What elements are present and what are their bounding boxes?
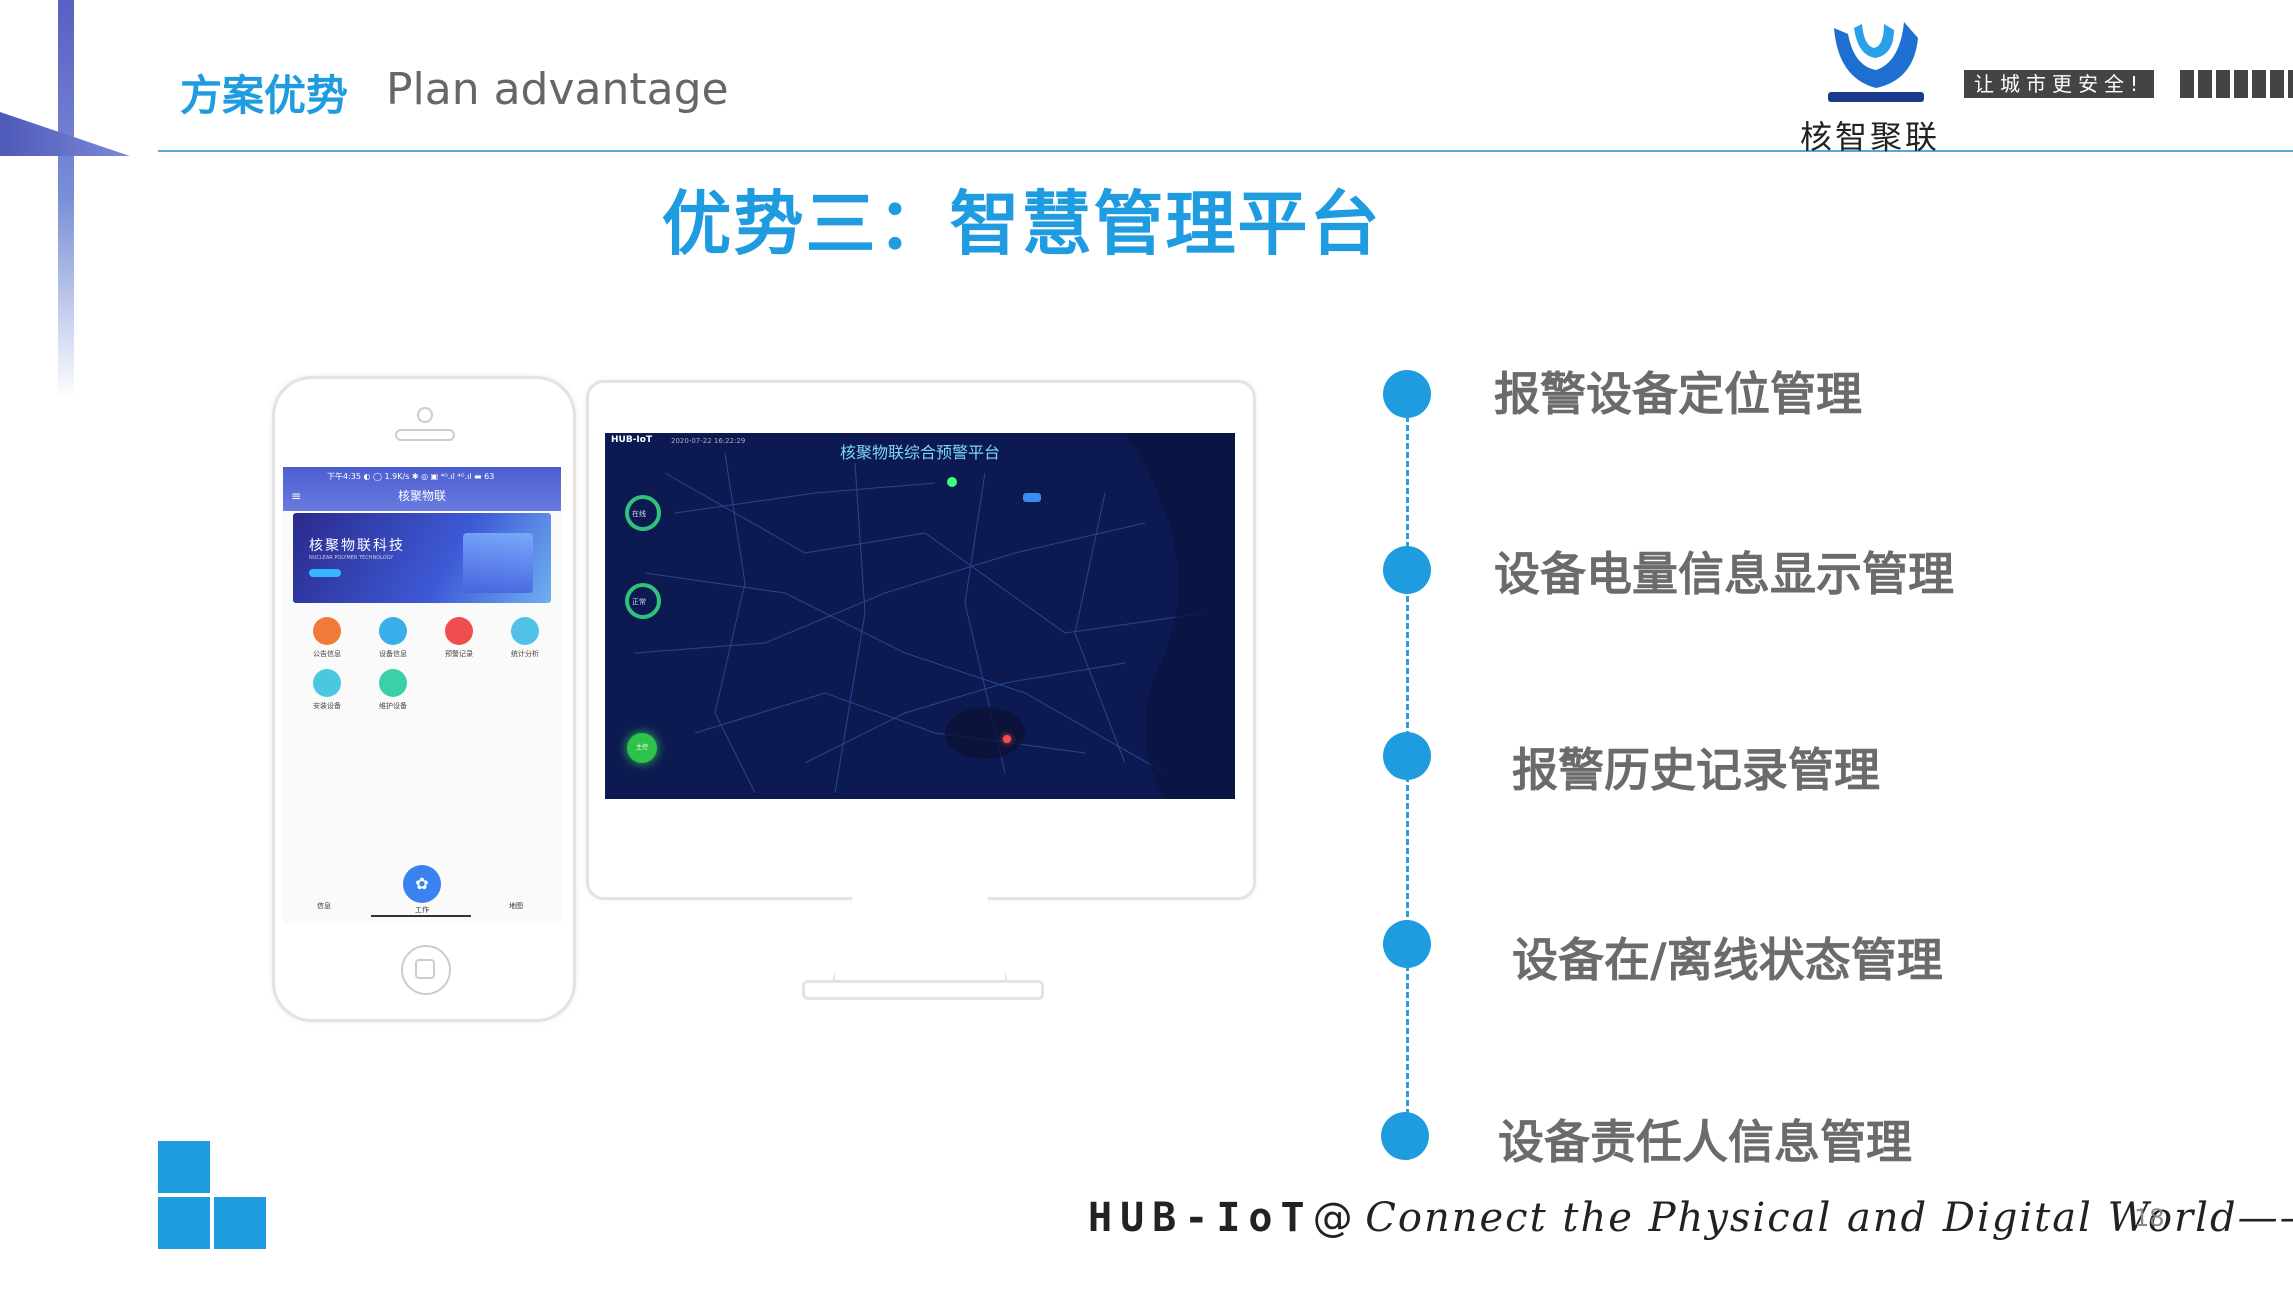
tab-map[interactable]: 地图 xyxy=(509,901,523,911)
timeline-dot xyxy=(1383,732,1431,780)
tab-work[interactable]: 工作 xyxy=(415,905,429,915)
alarm-marker-icon[interactable] xyxy=(1003,735,1011,743)
timeline-dot xyxy=(1381,1112,1429,1160)
feature-item: 设备电量信息显示管理 xyxy=(1494,547,1954,601)
timeline-dot xyxy=(1383,546,1431,594)
icon-label-install: 安装设备 xyxy=(313,702,341,710)
feature-item: 报警设备定位管理 xyxy=(1494,367,1862,421)
feature-item: 设备在/离线状态管理 xyxy=(1512,933,1943,987)
section-title-en: Plan advantage xyxy=(386,64,729,115)
phone-status-bar: 下午4:35 ◐ ◯ 1.9K/s ✱ ◎ ▣ ⁴ᴳ.ıl ⁴ᴳ.ıl ▬ 63 xyxy=(327,472,495,481)
timeline-dot xyxy=(1383,370,1431,418)
banner-title: 核聚物联科技 xyxy=(309,538,405,554)
icon-label-maintain: 维护设备 xyxy=(379,702,407,710)
device-info-icon[interactable] xyxy=(379,617,407,645)
monitor-screen: HUB-IoT 2020-07-22 16:22:29 核聚物联综合预警平台 在… xyxy=(605,433,1235,799)
page-title-text: 优势三：智慧管理平台 xyxy=(661,183,1382,265)
icon-label-stats: 统计分析 xyxy=(511,650,539,658)
footer-tagline: HUB-IoT@ Connect the Physical and Digita… xyxy=(1088,1195,2293,1241)
maintain-device-icon[interactable] xyxy=(379,669,407,697)
statistics-icon[interactable] xyxy=(511,617,539,645)
ring-label-online: 在线 xyxy=(632,510,646,518)
banner-subtitle: NUCLEAR POLYMER TECHNOLOGY xyxy=(309,555,394,561)
alarm-record-icon[interactable] xyxy=(445,617,473,645)
phone-screen: 下午4:35 ◐ ◯ 1.9K/s ✱ ◎ ▣ ⁴ᴳ.ıl ⁴ᴳ.ıl ▬ 63… xyxy=(283,467,561,923)
footer-at: @ xyxy=(1312,1195,1353,1241)
monitor-base xyxy=(802,980,1044,1000)
tab-info[interactable]: 信息 xyxy=(317,901,331,911)
location-pin-icon[interactable] xyxy=(947,477,957,487)
banner-button[interactable] xyxy=(309,569,341,577)
work-tab-icon[interactable]: ✿ xyxy=(403,865,441,903)
decor-square xyxy=(158,1141,210,1193)
phone-mockup: 下午4:35 ◐ ◯ 1.9K/s ✱ ◎ ▣ ⁴ᴳ.ıl ⁴ᴳ.ıl ▬ 63… xyxy=(272,376,576,1022)
notice-icon[interactable] xyxy=(313,617,341,645)
icon-label-alarm: 预警记录 xyxy=(445,650,473,658)
map-tag[interactable] xyxy=(1023,493,1041,502)
timeline-dot xyxy=(1383,920,1431,968)
icon-label-device: 设备信息 xyxy=(379,650,407,658)
control-marker[interactable]: 主控 xyxy=(627,733,657,763)
ring-label-normal: 正常 xyxy=(632,598,646,606)
tab-indicator xyxy=(371,915,471,917)
page-title: 优势三：智慧管理平台 xyxy=(0,168,2293,269)
monitor-mockup: HUB-IoT 2020-07-22 16:22:29 核聚物联综合预警平台 在… xyxy=(586,380,1256,900)
phone-camera xyxy=(417,407,433,423)
app-banner[interactable]: 核聚物联科技 NUCLEAR POLYMER TECHNOLOGY xyxy=(293,513,551,603)
footer-brand: HUB-IoT xyxy=(1088,1195,1313,1241)
header-divider xyxy=(158,150,2293,152)
decor-square xyxy=(158,1197,210,1249)
map-roads-icon xyxy=(634,433,1235,799)
phone-speaker xyxy=(395,429,455,441)
slogan-stripes xyxy=(2180,70,2293,98)
decor-square xyxy=(214,1197,266,1249)
app-name: 核聚物联 xyxy=(397,489,446,503)
monitor-stand xyxy=(832,896,1008,983)
page-number: 18 xyxy=(2134,1204,2165,1232)
map-title: 核聚物联综合预警平台 xyxy=(839,443,1000,462)
feature-item: 设备责任人信息管理 xyxy=(1498,1115,1912,1169)
icon-label-notice: 公告信息 xyxy=(313,650,341,658)
home-button-icon xyxy=(415,959,435,979)
banner-illustration xyxy=(463,533,533,593)
company-logo-text: 核智聚联 xyxy=(1800,118,1941,156)
company-logo-icon xyxy=(1828,22,1924,102)
section-title-cn: 方案优势 xyxy=(180,71,349,120)
install-device-icon[interactable] xyxy=(313,669,341,697)
slogan-banner: 让城市更安全! xyxy=(1964,70,2155,98)
feature-item: 报警历史记录管理 xyxy=(1512,743,1880,797)
